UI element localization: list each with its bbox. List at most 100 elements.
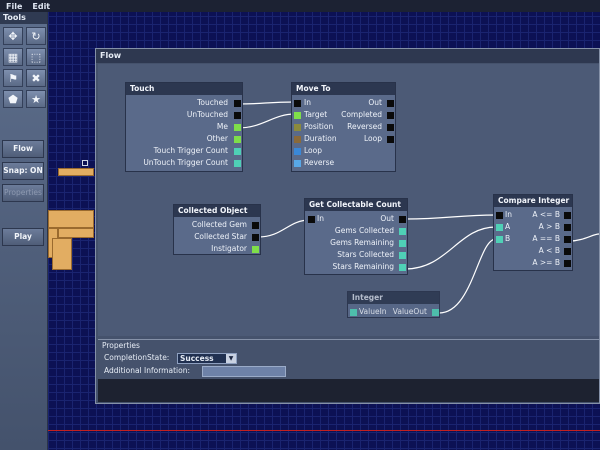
star-icon[interactable]: ★ <box>26 90 46 108</box>
port-a-gte-b[interactable] <box>564 260 571 267</box>
node-move-to[interactable]: Move To In Target Position Duration Loop… <box>291 82 396 172</box>
flag-icon[interactable]: ⚑ <box>3 69 23 87</box>
port-label: ValueOut <box>392 307 427 316</box>
port-label: Position <box>304 122 334 131</box>
tile-icon[interactable]: ▦ <box>3 48 23 66</box>
snap-toggle-button[interactable]: Snap: ON <box>2 162 44 180</box>
port-a-eq-b[interactable] <box>564 236 571 243</box>
wire-equal-out <box>569 233 599 242</box>
menu-edit[interactable]: Edit <box>32 2 50 11</box>
port-label: In <box>505 210 512 219</box>
port-label: A == B <box>532 234 560 243</box>
flow-window-title[interactable]: Flow <box>96 49 599 63</box>
port-untouched[interactable] <box>234 112 241 119</box>
node-move-to-title: Move To <box>292 83 395 95</box>
port-label: Gems Remaining <box>330 238 394 247</box>
port-reversed[interactable] <box>387 124 394 131</box>
port-a[interactable] <box>496 224 503 231</box>
port-a-lt-b[interactable] <box>564 248 571 255</box>
properties-title: Properties <box>98 339 599 351</box>
port-label: Collected Star <box>194 232 247 241</box>
port-collected-star[interactable] <box>252 234 259 241</box>
properties-button[interactable]: Properties <box>2 184 44 202</box>
port-instigator[interactable] <box>252 246 259 253</box>
wire-me-target <box>237 113 296 129</box>
port-label: A > B <box>538 222 560 231</box>
port-label: Collected Gem <box>191 220 247 229</box>
port-stars-collected[interactable] <box>399 252 406 259</box>
port-label: Out <box>368 98 382 107</box>
port-in[interactable] <box>308 216 315 223</box>
node-compare-integer[interactable]: Compare Integer In A B A <= B A > B A ==… <box>493 194 573 271</box>
port-label: In <box>317 214 324 223</box>
completion-state-label: CompletionState: <box>104 353 170 362</box>
flow-window: Flow Touch Touched UnTouched Me Other To… <box>95 48 600 404</box>
port-label: Other <box>206 134 228 143</box>
port-label: Loop <box>364 134 382 143</box>
port-duration[interactable] <box>294 136 301 143</box>
port-value-out[interactable] <box>432 309 439 316</box>
port-touched[interactable] <box>234 100 241 107</box>
port-label: A >= B <box>532 258 560 267</box>
play-button[interactable]: Play <box>2 228 44 246</box>
rotate-icon[interactable]: ↻ <box>26 27 46 45</box>
chevron-down-icon[interactable]: ▼ <box>226 354 236 363</box>
port-b[interactable] <box>496 236 503 243</box>
port-out[interactable] <box>387 100 394 107</box>
port-collected-gem[interactable] <box>252 222 259 229</box>
port-loop[interactable] <box>294 148 301 155</box>
port-a-gt-b[interactable] <box>564 224 571 231</box>
port-me[interactable] <box>234 124 241 131</box>
additional-info-field[interactable] <box>202 366 286 377</box>
port-reverse[interactable] <box>294 160 301 167</box>
port-out[interactable] <box>399 216 406 223</box>
node-collected-object[interactable]: Collected Object Collected Gem Collected… <box>173 204 261 255</box>
port-in[interactable] <box>294 100 301 107</box>
wire-touched-in <box>237 101 296 105</box>
node-integer[interactable]: Integer ValueIn ValueOut <box>347 291 440 318</box>
shield-icon[interactable]: ⬟ <box>3 90 23 108</box>
port-position[interactable] <box>294 124 301 131</box>
port-label: Out <box>380 214 394 223</box>
flow-button[interactable]: Flow <box>2 140 44 158</box>
completion-state-select[interactable]: Success ▼ <box>177 353 237 364</box>
port-value-in[interactable] <box>350 309 357 316</box>
tools-title: Tools <box>0 12 47 24</box>
node-touch[interactable]: Touch Touched UnTouched Me Other Touch T… <box>125 82 243 172</box>
port-label: ValueIn <box>359 307 387 316</box>
port-in[interactable] <box>496 212 503 219</box>
port-loop-out[interactable] <box>387 136 394 143</box>
port-label: Reversed <box>347 122 382 131</box>
wire-value-b <box>438 238 497 314</box>
port-label: Stars Collected <box>337 250 394 259</box>
node-integer-title: Integer <box>348 292 439 304</box>
port-label: A <box>505 222 511 231</box>
wire-out-in <box>404 214 497 220</box>
node-touch-title: Touch <box>126 83 242 95</box>
port-gems-collected[interactable] <box>399 228 406 235</box>
port-label: Stars Remaining <box>332 262 395 271</box>
select-region-icon[interactable]: ⬚ <box>26 48 46 66</box>
port-label: Touched <box>197 98 228 107</box>
port-stars-remaining[interactable] <box>399 264 406 271</box>
port-touch-trigger-count[interactable] <box>234 148 241 155</box>
move-icon[interactable]: ✥ <box>3 27 23 45</box>
port-gems-remaining[interactable] <box>399 240 406 247</box>
port-other[interactable] <box>234 136 241 143</box>
port-label: B <box>505 234 511 243</box>
port-a-lte-b[interactable] <box>564 212 571 219</box>
node-get-collectable-count-title: Get Collectable Count <box>305 199 407 211</box>
properties-footer <box>98 379 599 402</box>
tool-grid: ✥ ↻ ▦ ⬚ ⚑ ✖ ⬟ ★ <box>0 24 47 111</box>
menu-file[interactable]: File <box>6 2 22 11</box>
node-get-collectable-count[interactable]: Get Collectable Count In Out Gems Collec… <box>304 198 408 275</box>
level-boundary-line <box>48 430 600 431</box>
port-completed[interactable] <box>387 112 394 119</box>
port-target[interactable] <box>294 112 301 119</box>
port-label: Instigator <box>211 244 247 253</box>
cross-tool-icon[interactable]: ✖ <box>26 69 46 87</box>
additional-info-label: Additional Information: <box>104 366 190 375</box>
properties-panel: Properties CompletionState: Success ▼ Ad… <box>98 339 599 402</box>
port-untouch-trigger-count[interactable] <box>234 160 241 167</box>
flow-canvas[interactable]: Touch Touched UnTouched Me Other Touch T… <box>98 64 599 336</box>
